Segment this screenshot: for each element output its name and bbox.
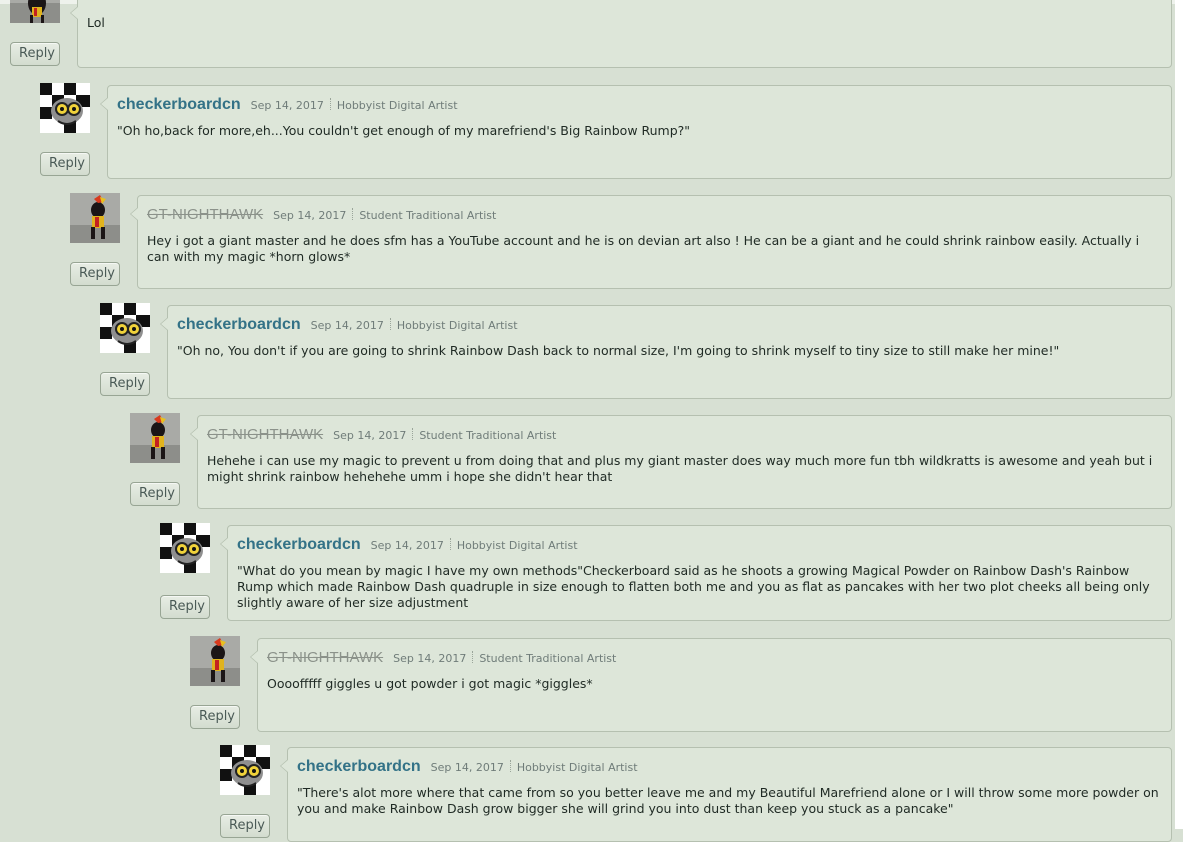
avatar[interactable] [100,303,150,353]
comment-text: Hehehe i can use my magic to prevent u f… [207,453,1153,484]
comment-header: checkerboardcn Sep 14, 2017 Hobbyist Digit… [237,534,578,554]
comment-item: GT-NIGHTHAWK Sep 14, 2017 Student Traditio… [130,413,1172,509]
reply-button[interactable]: Reply [190,705,240,729]
comment-text: Lol [87,15,105,30]
comment-date[interactable]: Sep 14, 2017 [333,429,406,442]
checkerboard-pony-avatar-icon [100,303,150,353]
comment-top: Lol Reply [0,0,1183,70]
avatar[interactable] [220,745,270,795]
comment-text: "What do you mean by magic I have my own… [237,563,1150,610]
comment-date[interactable]: Sep 14, 2017 [431,761,504,774]
user-role: Hobbyist Digital Artist [456,539,578,552]
comment-item: GT-NIGHTHAWK Sep 14, 2017 Student Traditio… [70,193,1172,289]
comment-text: Hey i got a giant master and he does sfm… [147,233,1140,264]
comment-header: GT-NIGHTHAWK Sep 14, 2017 Student Traditio… [147,204,496,223]
comment-date[interactable]: Sep 14, 2017 [273,209,346,222]
user-role: Student Traditional Artist [419,429,557,442]
avatar[interactable] [160,523,210,573]
divider [412,428,414,440]
avatar[interactable] [40,83,90,133]
avatar[interactable] [70,193,120,243]
reply-button[interactable]: Reply [10,42,60,66]
username-link[interactable]: GT-NIGHTHAWK [267,649,383,666]
divider [472,651,474,663]
comment-item: checkerboardcn Sep 14, 2017 Hobbyist Digit… [40,83,1172,179]
comment-bubble: GT-NIGHTHAWK Sep 14, 2017 Student Traditio… [190,415,1172,509]
comment-bubble: Lol [70,0,1172,68]
comment-text: Oooofffff giggles u got powder i got mag… [267,676,593,691]
comment-bubble: checkerboardcn Sep 14, 2017 Hobbyist Digit… [100,85,1172,179]
nighthawk-pony-avatar-icon [10,0,60,23]
checkerboard-pony-avatar-icon [160,523,210,573]
reply-button[interactable]: Reply [130,482,180,506]
username-link[interactable]: checkerboardcn [237,536,361,553]
comment-bubble: checkerboardcn Sep 14, 2017 Hobbyist Digit… [280,747,1172,842]
comment-bubble: GT-NIGHTHAWK Sep 14, 2017 Student Traditio… [250,638,1172,732]
checkerboard-pony-avatar-icon [220,745,270,795]
comment-item: checkerboardcn Sep 14, 2017 Hobbyist Digit… [220,745,1172,842]
avatar[interactable] [130,413,180,463]
nighthawk-pony-avatar-icon [70,193,120,243]
username-link[interactable]: GT-NIGHTHAWK [207,426,323,443]
comment-text: "Oh ho,back for more,eh...You couldn't g… [117,123,691,138]
user-role: Student Traditional Artist [359,209,497,222]
comment-item: GT-NIGHTHAWK Sep 14, 2017 Student Traditio… [190,636,1172,732]
comment-date[interactable]: Sep 14, 2017 [371,539,444,552]
comment-header: GT-NIGHTHAWK Sep 14, 2017 Student Traditio… [207,424,556,443]
divider [352,208,354,220]
divider [329,98,331,110]
comment-date[interactable]: Sep 14, 2017 [311,319,384,332]
user-role: Hobbyist Digital Artist [336,99,458,112]
comment-date[interactable]: Sep 14, 2017 [251,99,324,112]
comment-date[interactable]: Sep 14, 2017 [393,652,466,665]
username-link[interactable]: checkerboardcn [117,96,241,113]
divider [449,538,451,550]
reply-button[interactable]: Reply [100,372,150,396]
nighthawk-pony-avatar-icon [190,636,240,686]
comment-bubble: checkerboardcn Sep 14, 2017 Hobbyist Digit… [160,305,1172,399]
user-role: Hobbyist Digital Artist [396,319,518,332]
username-link[interactable]: checkerboardcn [297,758,421,775]
reply-button[interactable]: Reply [40,152,90,176]
user-role: Student Traditional Artist [479,652,617,665]
reply-button[interactable]: Reply [160,595,210,619]
divider [389,318,391,330]
comment-header: checkerboardcn Sep 14, 2017 Hobbyist Digit… [117,94,458,114]
comment-header: GT-NIGHTHAWK Sep 14, 2017 Student Traditio… [267,647,616,666]
comment-item: checkerboardcn Sep 14, 2017 Hobbyist Digit… [160,523,1172,623]
comment-item: checkerboardcn Sep 14, 2017 Hobbyist Digit… [100,303,1172,399]
username-link[interactable]: checkerboardcn [177,316,301,333]
comment-text: "Oh no, You don't if you are going to sh… [177,343,1060,358]
comment-bubble: checkerboardcn Sep 14, 2017 Hobbyist Digit… [220,525,1172,621]
divider [509,760,511,772]
comment-bubble: GT-NIGHTHAWK Sep 14, 2017 Student Traditio… [130,195,1172,289]
avatar[interactable] [10,0,60,23]
username-link[interactable]: GT-NIGHTHAWK [147,206,263,223]
avatar[interactable] [190,636,240,686]
comment-header: checkerboardcn Sep 14, 2017 Hobbyist Digit… [297,756,638,776]
page-right-edge [1175,0,1183,829]
comment-text: "There's alot more where that came from … [297,785,1159,816]
checkerboard-pony-avatar-icon [40,83,90,133]
nighthawk-pony-avatar-icon [130,413,180,463]
reply-button[interactable]: Reply [70,262,120,286]
reply-button[interactable]: Reply [220,814,270,838]
user-role: Hobbyist Digital Artist [516,761,638,774]
comment-header: checkerboardcn Sep 14, 2017 Hobbyist Digit… [177,314,518,334]
